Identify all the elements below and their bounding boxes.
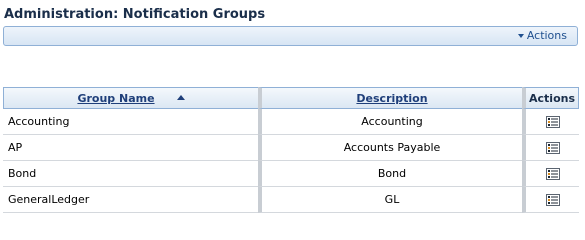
description-cell: Accounts Payable (258, 135, 522, 161)
table-row[interactable]: AP Accounts Payable (3, 135, 579, 161)
group-name-cell: Bond (3, 161, 258, 187)
column-header-actions: Actions (522, 87, 579, 109)
list-menu-icon[interactable] (545, 194, 560, 206)
description-sort-link[interactable]: Description (356, 92, 427, 105)
column-header-group-name[interactable]: Group Name (3, 87, 258, 109)
table-header-row: Group Name Description Actions (3, 87, 579, 109)
notification-groups-page: Administration: Notification Groups Acti… (0, 0, 585, 214)
row-actions-cell (522, 187, 579, 213)
list-menu-icon[interactable] (545, 116, 560, 128)
actions-menu-button[interactable]: Actions (517, 29, 567, 42)
caret-down-icon (517, 34, 524, 38)
table-row[interactable]: Bond Bond (3, 161, 579, 187)
table-row[interactable]: GeneralLedger GL (3, 187, 579, 213)
group-name-cell: Accounting (3, 109, 258, 135)
row-actions-cell (522, 135, 579, 161)
description-cell: Accounting (258, 109, 522, 135)
notification-groups-table: Group Name Description Actions Accountin… (3, 87, 579, 213)
group-name-cell: GeneralLedger (3, 187, 258, 213)
actions-menu-label: Actions (526, 29, 567, 42)
list-menu-icon[interactable] (545, 168, 560, 180)
list-menu-icon[interactable] (545, 142, 560, 154)
group-name-sort-link[interactable]: Group Name (77, 92, 154, 105)
actions-toolbar: Actions (3, 26, 578, 46)
table-row[interactable]: Accounting Accounting (3, 109, 579, 135)
page-title: Administration: Notification Groups (4, 7, 266, 22)
description-cell: Bond (258, 161, 522, 187)
sort-ascending-icon (176, 94, 185, 100)
group-name-cell: AP (3, 135, 258, 161)
row-actions-cell (522, 109, 579, 135)
description-cell: GL (258, 187, 522, 213)
row-actions-cell (522, 161, 579, 187)
column-header-description[interactable]: Description (258, 87, 522, 109)
